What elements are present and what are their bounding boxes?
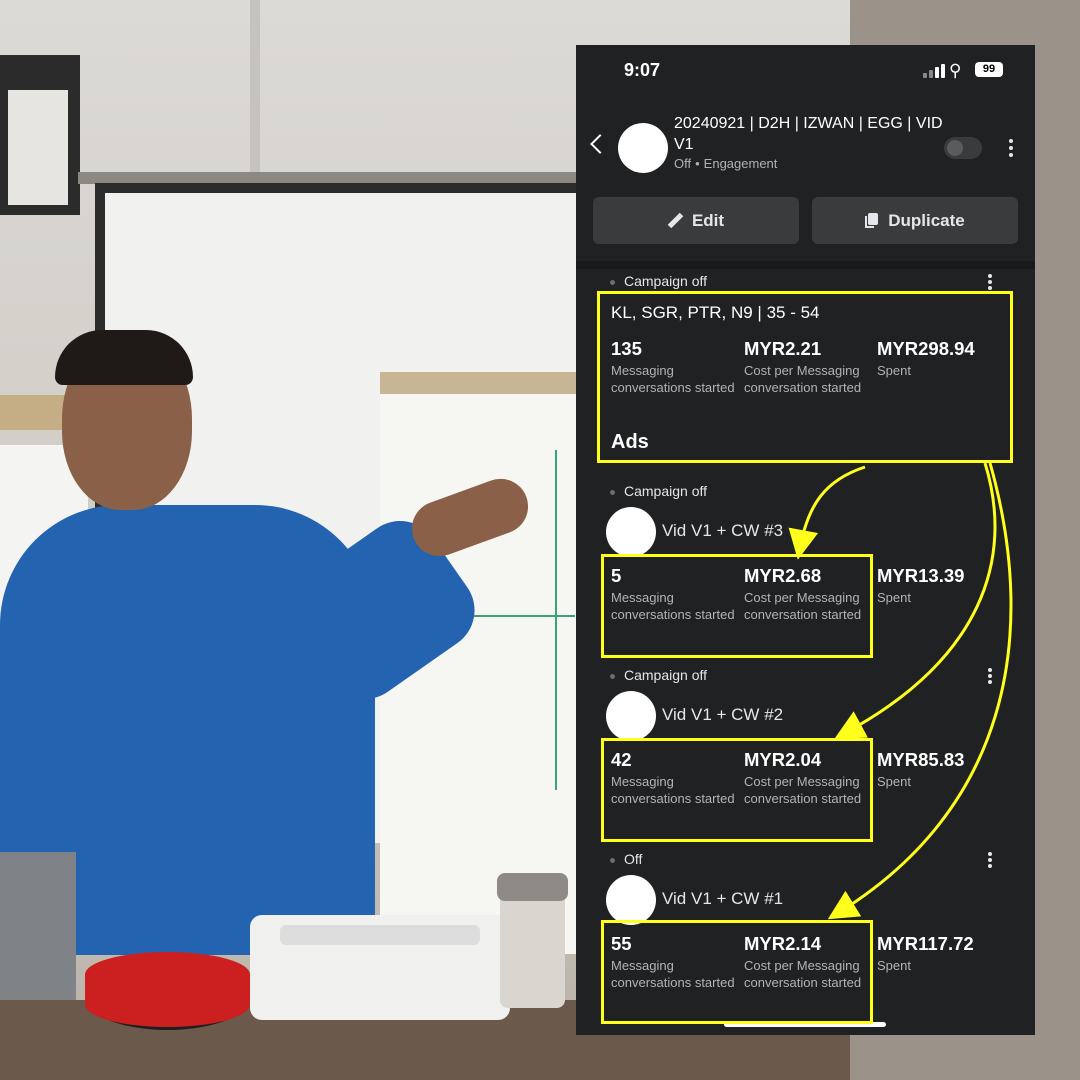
campaign-header: 20240921 | D2H | IZWAN | EGG | VID V1 Of… <box>576 105 1035 185</box>
metric-label: Spent <box>877 958 911 973</box>
signal-icon <box>923 64 945 78</box>
highlight-ad-3 <box>601 554 873 658</box>
laptop <box>0 852 76 1022</box>
edit-button[interactable]: Edit <box>593 197 799 244</box>
status-dot <box>610 673 615 679</box>
wall-panel <box>250 0 260 180</box>
status-dot <box>610 489 615 495</box>
battery-icon: 99 <box>975 62 1003 77</box>
toggle-knob <box>947 140 963 156</box>
flipchart-axis-vertical <box>555 450 557 790</box>
ad-metric-spent: MYR117.72 Spent <box>877 933 1002 974</box>
campaign-subtitle: Off • Engagement <box>674 156 777 171</box>
campaign-title: 20240921 | D2H | IZWAN | EGG | VID V1 <box>674 115 943 153</box>
ad-thumbnail[interactable] <box>606 875 656 925</box>
campaign-status: Off <box>674 156 692 171</box>
edit-label: Edit <box>691 210 725 230</box>
highlight-ad-1 <box>601 920 873 1024</box>
back-chevron-icon[interactable] <box>590 134 610 154</box>
ad-name[interactable]: Vid V1 + CW #2 <box>662 705 783 725</box>
metric-label: Spent <box>877 590 911 605</box>
phone-screen: 9:07 ⚲ 99 20240921 | D2H | IZWAN | EGG |… <box>576 45 1035 1035</box>
adset-status: Campaign off <box>624 273 708 289</box>
metric-value: MYR85.83 <box>877 749 965 770</box>
status-dot <box>610 857 615 863</box>
metric-value: MYR13.39 <box>877 565 965 586</box>
metric-value: MYR117.72 <box>877 933 974 954</box>
status-bar: 9:07 ⚲ 99 <box>576 45 1035 95</box>
highlight-ad-2 <box>601 738 873 842</box>
ad-name[interactable]: Vid V1 + CW #3 <box>662 521 783 541</box>
ad-status: Off <box>624 851 643 867</box>
status-time: 9:07 <box>624 60 661 80</box>
ad-status: Campaign off <box>624 667 708 683</box>
wall-frame <box>0 55 80 215</box>
copy-icon <box>865 213 879 228</box>
campaign-avatar <box>618 123 668 173</box>
projector-top <box>280 925 480 945</box>
speaker-top <box>85 952 250 1027</box>
ad-metric-spent: MYR13.39 Spent <box>877 565 1002 606</box>
highlight-adset <box>597 291 1013 463</box>
ad-status: Campaign off <box>624 483 708 499</box>
ad-name[interactable]: Vid V1 + CW #1 <box>662 889 783 909</box>
ad-status-row: Campaign off <box>610 483 707 499</box>
campaign-objective: Engagement <box>703 156 778 171</box>
metric-label: Spent <box>877 774 911 789</box>
section-divider <box>576 261 1035 269</box>
wifi-icon: ⚲ <box>949 61 962 80</box>
pencil-icon <box>668 214 682 228</box>
ad-metric-spent: MYR85.83 Spent <box>877 749 1002 790</box>
presenter-hair <box>55 330 193 385</box>
tumbler-lid <box>497 873 568 901</box>
adset-status-row: Campaign off <box>610 273 707 289</box>
adset-more-icon[interactable] <box>988 274 992 292</box>
ad-status-row: Off <box>610 851 642 867</box>
more-options-icon[interactable] <box>1009 139 1013 157</box>
campaign-toggle[interactable] <box>944 137 982 159</box>
frame-inner <box>8 90 68 205</box>
ad-status-row: Campaign off <box>610 667 707 683</box>
ad-thumbnail[interactable] <box>606 507 656 557</box>
ad-more-icon[interactable] <box>988 668 992 686</box>
ad-more-icon[interactable] <box>988 852 992 870</box>
duplicate-label: Duplicate <box>888 210 965 230</box>
duplicate-button[interactable]: Duplicate <box>812 197 1018 244</box>
subtitle-separator: • <box>695 156 700 171</box>
ad-thumbnail[interactable] <box>606 691 656 741</box>
status-dot <box>610 279 615 285</box>
